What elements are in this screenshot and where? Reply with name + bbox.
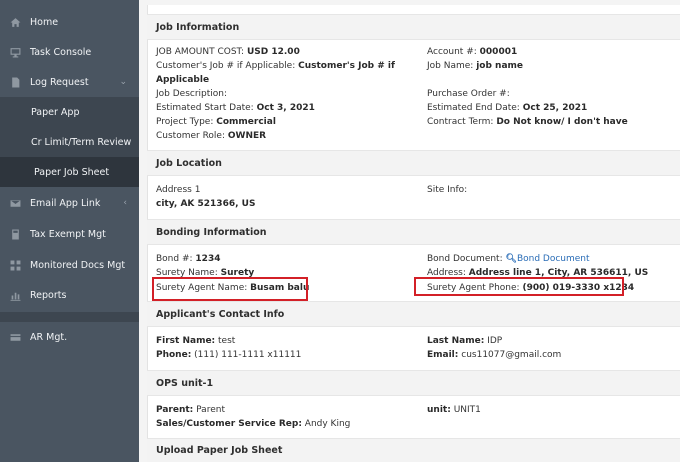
estimated-start-date: Estimated Start Date: Oct 3, 2021 <box>156 103 315 113</box>
phone: Phone: (111) 111-1111 x11111 <box>156 350 302 360</box>
customer-job-number: Customer's Job # if Applicable: Customer… <box>156 61 395 71</box>
job-amount-cost: JOB AMOUNT COST: USD 12.00 <box>156 47 300 57</box>
account-number: Account #: 000001 <box>427 47 518 57</box>
last-name: Last Name: IDP <box>427 336 503 346</box>
purchase-order: Purchase Order #: <box>427 89 510 99</box>
file-icon <box>10 77 21 88</box>
search-icon: 🔍︎ <box>505 254 517 264</box>
sidebar-item-label: Task Console <box>30 46 92 58</box>
highlight-box-agent-phone <box>414 277 624 296</box>
grid-icon <box>10 260 21 271</box>
sidebar-item-label: Email App Link <box>30 197 101 209</box>
sidebar-item-ar-mgt[interactable]: AR Mgt. <box>0 322 139 352</box>
sidebar-item-reports[interactable]: Reports <box>0 280 139 310</box>
contract-term: Contract Term: Do Not know/ I don't have <box>427 117 628 127</box>
card-icon <box>10 332 21 343</box>
highlight-box-agent-name <box>152 277 308 301</box>
job-description: Job Description: <box>156 89 228 99</box>
sidebar-item-label: Monitored Docs Mgt <box>30 259 126 271</box>
sidebar-item-task-console[interactable]: Task Console <box>0 37 139 67</box>
customer-role: Customer Role: OWNER <box>156 131 267 141</box>
sidebar-item-label: Home <box>30 16 59 28</box>
section-header-ops-unit: OPS unit-1 <box>147 370 680 396</box>
section-header-applicant-contact: Applicant's Contact Info <box>147 301 680 327</box>
customer-job-number-cont: Applicable <box>156 75 210 85</box>
section-header-upload-paper-job-sheet: Upload Paper Job Sheet <box>147 438 680 462</box>
parent: Parent: Parent <box>156 405 225 415</box>
sidebar-item-label: Tax Exempt Mgt <box>30 228 106 240</box>
address-line-1: Address 1 <box>156 185 201 195</box>
sidebar-item-email-app-link[interactable]: Email App Link ‹ <box>0 188 139 218</box>
sidebar-item-label: Log Request <box>30 76 89 88</box>
site-info: Site Info: <box>427 185 468 195</box>
bond-number: Bond #: 1234 <box>156 254 221 264</box>
sidebar-item-paper-job-sheet[interactable]: Paper Job Sheet <box>0 157 139 187</box>
sidebar-divider <box>0 312 139 322</box>
sidebar-item-paper-app[interactable]: Paper App <box>0 97 139 127</box>
sidebar-item-label: Cr Limit/Term Review <box>31 136 132 148</box>
estimated-end-date: Estimated End Date: Oct 25, 2021 <box>427 103 588 113</box>
monitor-icon <box>10 47 21 58</box>
home-icon <box>10 17 21 28</box>
section-header-bonding-information: Bonding Information <box>147 219 680 245</box>
chevron-down-icon: ⌄ <box>119 77 127 87</box>
bond-document: Bond Document: 🔍︎Bond Document <box>427 254 590 264</box>
sidebar-item-label: Paper App <box>31 106 80 118</box>
sidebar-item-tax-exempt-mgt[interactable]: Tax Exempt Mgt <box>0 219 139 249</box>
section-header-job-location: Job Location <box>147 150 680 176</box>
sidebar-item-log-request[interactable]: Log Request ⌄ <box>0 67 139 97</box>
unit: unit: UNIT1 <box>427 405 481 415</box>
sidebar-item-label: AR Mgt. <box>30 331 68 343</box>
job-name: Job Name: job name <box>427 61 524 71</box>
sidebar-item-home[interactable]: Home <box>0 7 139 37</box>
section-header-job-information: Job Information <box>147 14 680 40</box>
sidebar-item-cr-limit-term-review[interactable]: Cr Limit/Term Review <box>0 127 139 157</box>
sidebar: Home Task Console Log Request ⌄ Paper Ap… <box>0 0 139 462</box>
email: Email: cus11077@gmail.com <box>427 350 562 360</box>
chart-icon <box>10 290 21 301</box>
bond-document-link[interactable]: 🔍︎Bond Document <box>506 254 590 264</box>
chevron-left-icon: ‹ <box>123 198 127 208</box>
calculator-icon <box>10 229 21 240</box>
envelope-icon <box>10 198 21 209</box>
sidebar-item-label: Reports <box>30 289 67 301</box>
sidebar-item-label: Paper Job Sheet <box>34 166 110 178</box>
sales-service-rep: Sales/Customer Service Rep: Andy King <box>156 419 351 429</box>
address-line-2: city, AK 521366, US <box>156 199 256 209</box>
first-name: First Name: test <box>156 336 236 346</box>
sidebar-item-monitored-docs-mgt[interactable]: Monitored Docs Mgt <box>0 250 139 280</box>
project-type: Project Type: Commercial <box>156 117 276 127</box>
